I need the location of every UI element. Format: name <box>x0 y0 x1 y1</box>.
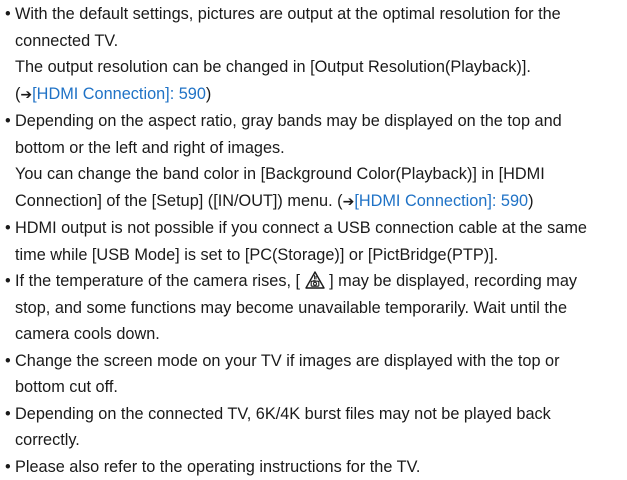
reference-arrow-icon: ➔ <box>343 194 355 210</box>
note-text-line: correctly. <box>15 427 625 454</box>
note-temperature: • If the temperature of the camera rises… <box>5 268 625 348</box>
note-text-line: If the temperature of the camera rises, … <box>15 268 625 295</box>
bullet-dot: • <box>5 454 15 480</box>
bullet-dot: • <box>5 401 15 428</box>
note-text-line: HDMI output is not possible if you conne… <box>15 215 625 242</box>
note-text-line: The output resolution can be changed in … <box>15 54 625 81</box>
note-text-line: camera cools down. <box>15 321 625 348</box>
note-text-fragment: ] may be displayed, recording may <box>325 272 577 290</box>
manual-page: • With the default settings, pictures ar… <box>0 0 627 477</box>
note-text-fragment: If the temperature of the camera rises, … <box>15 272 305 290</box>
hdmi-connection-link[interactable]: [HDMI Connection]: 590 <box>32 85 206 103</box>
note-text-line: Depending on the aspect ratio, gray band… <box>15 108 625 135</box>
note-text-line: bottom cut off. <box>15 374 625 401</box>
note-usb-mode: • HDMI output is not possible if you con… <box>5 215 625 268</box>
paren-close: ) <box>528 192 533 210</box>
note-text-line: Depending on the connected TV, 6K/4K bur… <box>15 401 625 428</box>
note-text-line: Change the screen mode on your TV if ima… <box>15 348 625 375</box>
note-text-line: Please also refer to the operating instr… <box>15 454 625 480</box>
bullet-dot: • <box>5 1 15 28</box>
note-screen-mode: • Change the screen mode on your TV if i… <box>5 348 625 401</box>
bullet-dot: • <box>5 215 15 242</box>
note-default-resolution: • With the default settings, pictures ar… <box>5 1 625 108</box>
note-burst-files: • Depending on the connected TV, 6K/4K b… <box>5 401 625 454</box>
note-text-fragment: Connection] of the [Setup] ([IN/OUT]) me… <box>15 192 343 210</box>
note-tv-instructions: • Please also refer to the operating ins… <box>5 454 625 480</box>
hdmi-connection-link[interactable]: [HDMI Connection]: 590 <box>354 192 528 210</box>
paren-close: ) <box>206 85 211 103</box>
bullet-dot: • <box>5 268 15 295</box>
reference-arrow-icon: ➔ <box>20 87 32 103</box>
temperature-warning-icon <box>305 271 325 289</box>
note-text-line: Connection] of the [Setup] ([IN/OUT]) me… <box>15 188 625 216</box>
note-text-line: connected TV. <box>15 28 625 55</box>
note-text-line: (➔[HDMI Connection]: 590) <box>15 81 625 109</box>
note-text-line: bottom or the left and right of images. <box>15 135 625 162</box>
note-text-line: stop, and some functions may become unav… <box>15 295 625 322</box>
note-text-line: You can change the band color in [Backgr… <box>15 161 625 188</box>
note-text-line: With the default settings, pictures are … <box>15 1 625 28</box>
bullet-dot: • <box>5 108 15 135</box>
bullet-dot: • <box>5 348 15 375</box>
note-gray-bands: • Depending on the aspect ratio, gray ba… <box>5 108 625 215</box>
note-text-line: time while [USB Mode] is set to [PC(Stor… <box>15 242 625 269</box>
notes-list: • With the default settings, pictures ar… <box>5 1 625 480</box>
